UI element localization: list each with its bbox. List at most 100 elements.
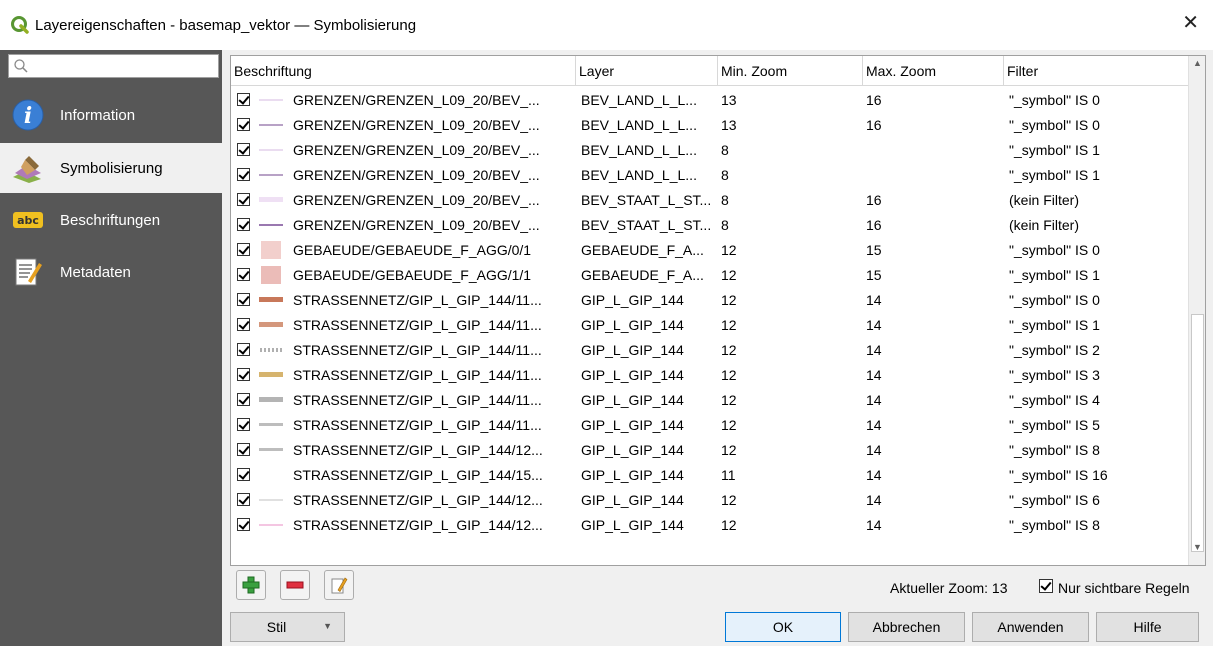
layer-cell: BEV_LAND_L_L... xyxy=(581,116,697,133)
rule-enabled-checkbox[interactable] xyxy=(237,218,250,231)
min-zoom-cell: 12 xyxy=(721,516,737,533)
rule-label-cell: STRASSENNETZ/GIP_L_GIP_144/11... xyxy=(231,316,576,334)
table-row[interactable]: STRASSENNETZ/GIP_L_GIP_144/15... GIP_L_GI… xyxy=(231,462,1188,487)
table-row[interactable]: GRENZEN/GRENZEN_L09_20/BEV_... BEV_LAND_L… xyxy=(231,137,1188,162)
filter-cell: "_symbol" IS 1 xyxy=(1009,316,1100,333)
table-row[interactable]: STRASSENNETZ/GIP_L_GIP_144/11... GIP_L_GI… xyxy=(231,412,1188,437)
rule-label: STRASSENNETZ/GIP_L_GIP_144/11... xyxy=(293,316,542,333)
column-header-layer[interactable]: Layer xyxy=(576,56,718,86)
table-row[interactable]: GRENZEN/GRENZEN_L09_20/BEV_... BEV_STAAT_… xyxy=(231,212,1188,237)
table-row[interactable]: GRENZEN/GRENZEN_L09_20/BEV_... BEV_LAND_L… xyxy=(231,112,1188,137)
symbol-preview-icon xyxy=(259,91,283,109)
layer-cell: GIP_L_GIP_144 xyxy=(581,441,684,458)
rule-enabled-checkbox[interactable] xyxy=(237,118,250,131)
apply-button[interactable]: Anwenden xyxy=(972,612,1089,642)
sidebar-item-symbolisierung[interactable]: Symbolisierung xyxy=(0,143,222,193)
rule-enabled-checkbox[interactable] xyxy=(237,268,250,281)
sidebar-item-metadaten[interactable]: Metadaten xyxy=(0,247,222,297)
rule-label-cell: STRASSENNETZ/GIP_L_GIP_144/12... xyxy=(231,516,576,534)
visible-rules-only-checkbox[interactable] xyxy=(1039,579,1053,593)
table-body: GRENZEN/GRENZEN_L09_20/BEV_... BEV_LAND_L… xyxy=(231,87,1188,537)
sidebar-item-beschriftungen[interactable]: abc Beschriftungen xyxy=(0,195,222,245)
column-header-filter[interactable]: Filter xyxy=(1004,56,1188,86)
min-zoom-cell: 12 xyxy=(721,416,737,433)
cancel-button[interactable]: Abbrechen xyxy=(848,612,965,642)
min-zoom-cell: 13 xyxy=(721,116,737,133)
paintbrush-icon xyxy=(10,150,46,186)
rule-enabled-checkbox[interactable] xyxy=(237,193,250,206)
rule-label: GRENZEN/GRENZEN_L09_20/BEV_... xyxy=(293,141,540,158)
ok-button[interactable]: OK xyxy=(725,612,841,642)
rule-enabled-checkbox[interactable] xyxy=(237,343,250,356)
table-row[interactable]: GRENZEN/GRENZEN_L09_20/BEV_... BEV_LAND_L… xyxy=(231,162,1188,187)
vertical-scrollbar[interactable]: ▲ ▼ xyxy=(1188,56,1205,565)
table-row[interactable]: STRASSENNETZ/GIP_L_GIP_144/12... GIP_L_GI… xyxy=(231,512,1188,537)
add-rule-button[interactable] xyxy=(236,570,266,600)
min-zoom-cell: 12 xyxy=(721,316,737,333)
rule-enabled-checkbox[interactable] xyxy=(237,93,250,106)
layer-cell: BEV_STAAT_L_ST... xyxy=(581,216,712,233)
rule-enabled-checkbox[interactable] xyxy=(237,243,250,256)
table-row[interactable]: GRENZEN/GRENZEN_L09_20/BEV_... BEV_STAAT_… xyxy=(231,187,1188,212)
rule-enabled-checkbox[interactable] xyxy=(237,368,250,381)
scroll-up-icon[interactable]: ▲ xyxy=(1193,58,1202,68)
table-row[interactable]: STRASSENNETZ/GIP_L_GIP_144/11... GIP_L_GI… xyxy=(231,287,1188,312)
table-row[interactable]: GEBAEUDE/GEBAEUDE_F_AGG/1/1 GEBAEUDE_F_A.… xyxy=(231,262,1188,287)
rule-enabled-checkbox[interactable] xyxy=(237,443,250,456)
close-icon[interactable]: ✕ xyxy=(1182,13,1199,33)
style-dropdown-button[interactable]: Stil ▼ xyxy=(230,612,345,642)
rule-enabled-checkbox[interactable] xyxy=(237,393,250,406)
rule-enabled-checkbox[interactable] xyxy=(237,518,250,531)
layer-cell: GIP_L_GIP_144 xyxy=(581,291,684,308)
rule-enabled-checkbox[interactable] xyxy=(237,418,250,431)
rule-label-cell: GRENZEN/GRENZEN_L09_20/BEV_... xyxy=(231,141,576,159)
rule-enabled-checkbox[interactable] xyxy=(237,293,250,306)
rule-enabled-checkbox[interactable] xyxy=(237,168,250,181)
rule-label-cell: STRASSENNETZ/GIP_L_GIP_144/11... xyxy=(231,391,576,409)
table-row[interactable]: GRENZEN/GRENZEN_L09_20/BEV_... BEV_LAND_L… xyxy=(231,87,1188,112)
rule-enabled-checkbox[interactable] xyxy=(237,318,250,331)
rule-label-cell: STRASSENNETZ/GIP_L_GIP_144/15... xyxy=(231,466,576,484)
max-zoom-cell: 14 xyxy=(866,291,882,308)
remove-rule-button[interactable] xyxy=(280,570,310,600)
search-icon xyxy=(14,59,28,73)
column-header-beschriftung[interactable]: Beschriftung xyxy=(231,56,576,86)
style-button-label: Stil xyxy=(266,619,287,635)
scroll-down-icon[interactable]: ▼ xyxy=(1193,542,1202,552)
symbol-preview-icon xyxy=(259,240,283,259)
edit-rule-button[interactable] xyxy=(324,570,354,600)
symbol-preview-icon xyxy=(259,341,283,359)
sidebar-item-information[interactable]: i Information xyxy=(0,90,222,140)
min-zoom-cell: 12 xyxy=(721,391,737,408)
table-row[interactable]: STRASSENNETZ/GIP_L_GIP_144/11... GIP_L_GI… xyxy=(231,337,1188,362)
table-row[interactable]: STRASSENNETZ/GIP_L_GIP_144/12... GIP_L_GI… xyxy=(231,437,1188,462)
table-row[interactable]: STRASSENNETZ/GIP_L_GIP_144/12... GIP_L_GI… xyxy=(231,487,1188,512)
layer-cell: BEV_LAND_L_L... xyxy=(581,141,697,158)
filter-cell: "_symbol" IS 0 xyxy=(1009,241,1100,258)
rule-label-cell: STRASSENNETZ/GIP_L_GIP_144/11... xyxy=(231,416,576,434)
filter-cell: "_symbol" IS 8 xyxy=(1009,441,1100,458)
rule-enabled-checkbox[interactable] xyxy=(237,468,250,481)
column-header-min-zoom[interactable]: Min. Zoom xyxy=(718,56,863,86)
table-row[interactable]: STRASSENNETZ/GIP_L_GIP_144/11... GIP_L_GI… xyxy=(231,362,1188,387)
table-row[interactable]: STRASSENNETZ/GIP_L_GIP_144/11... GIP_L_GI… xyxy=(231,312,1188,337)
symbol-preview-icon xyxy=(259,191,283,209)
symbol-preview-icon xyxy=(259,291,283,309)
rule-label: STRASSENNETZ/GIP_L_GIP_144/11... xyxy=(293,391,542,408)
rule-label-cell: STRASSENNETZ/GIP_L_GIP_144/11... xyxy=(231,341,576,359)
scrollbar-thumb[interactable] xyxy=(1191,314,1204,552)
layer-cell: GIP_L_GIP_144 xyxy=(581,466,684,483)
table-row[interactable]: GEBAEUDE/GEBAEUDE_F_AGG/0/1 GEBAEUDE_F_A.… xyxy=(231,237,1188,262)
layer-cell: BEV_LAND_L_L... xyxy=(581,166,697,183)
layer-cell: GIP_L_GIP_144 xyxy=(581,416,684,433)
rule-enabled-checkbox[interactable] xyxy=(237,493,250,506)
help-button[interactable]: Hilfe xyxy=(1096,612,1199,642)
rule-label-cell: STRASSENNETZ/GIP_L_GIP_144/12... xyxy=(231,441,576,459)
rule-enabled-checkbox[interactable] xyxy=(237,143,250,156)
search-input[interactable] xyxy=(8,54,219,78)
rule-label-cell: STRASSENNETZ/GIP_L_GIP_144/11... xyxy=(231,366,576,384)
table-row[interactable]: STRASSENNETZ/GIP_L_GIP_144/11... GIP_L_GI… xyxy=(231,387,1188,412)
min-zoom-cell: 12 xyxy=(721,441,737,458)
rules-table[interactable]: Beschriftung Layer Min. Zoom Max. Zoom F… xyxy=(230,55,1206,566)
column-header-max-zoom[interactable]: Max. Zoom xyxy=(863,56,1004,86)
